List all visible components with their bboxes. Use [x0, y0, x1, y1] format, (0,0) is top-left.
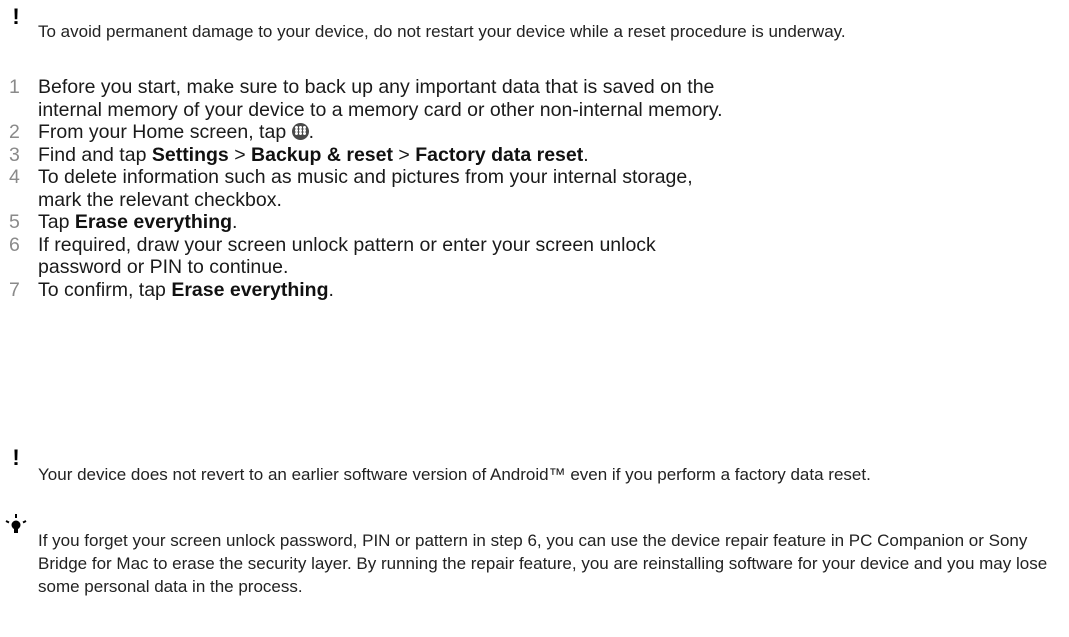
erase-everything-label: Erase everything — [171, 278, 329, 301]
step-number: 6 — [9, 233, 20, 256]
warning-note-text: To avoid permanent damage to your device… — [38, 22, 846, 41]
step-item: 4 To delete information such as music an… — [0, 166, 1069, 211]
step-item: 7 To confirm, tap Erase everything. — [0, 279, 1069, 302]
step-item: 1 Before you start, make sure to back up… — [0, 76, 1069, 121]
step-item: 6 If required, draw your screen unlock p… — [0, 234, 1069, 279]
step-text: From your Home screen, tap . — [38, 121, 315, 143]
warning-note-text: Your device does not revert to an earlie… — [38, 465, 871, 484]
menu-path-settings: Settings — [151, 143, 229, 166]
apps-icon — [291, 123, 309, 140]
steps-list: 1 Before you start, make sure to back up… — [0, 76, 1069, 301]
document-page: ! To avoid permanent damage to your devi… — [0, 0, 1069, 637]
step-number: 1 — [9, 76, 20, 98]
exclamation-icon: ! — [12, 4, 20, 29]
lightbulb-icon — [2, 513, 30, 541]
step-number: 5 — [9, 211, 20, 233]
step-number: 3 — [9, 143, 20, 166]
exclamation-icon: ! — [12, 445, 20, 470]
step-text: To delete information such as music and … — [38, 166, 693, 211]
step-text: If required, draw your screen unlock pat… — [38, 233, 656, 279]
step-text: Find and tap Settings > Backup & reset >… — [38, 143, 589, 166]
step-text: Before you start, make sure to back up a… — [38, 76, 723, 121]
step-number: 2 — [9, 121, 20, 143]
step-item: 5 Tap Erase everything. — [0, 211, 1069, 234]
erase-everything-label: Erase everything — [74, 211, 233, 233]
menu-path-factory-data-reset: Factory data reset — [415, 143, 584, 166]
step-number: 7 — [9, 278, 20, 301]
tip-text: If you forget your screen unlock passwor… — [38, 531, 1048, 596]
step-number: 4 — [9, 166, 20, 188]
step-item: 3 Find and tap Settings > Backup & reset… — [0, 144, 1069, 167]
step-text: To confirm, tap Erase everything. — [38, 278, 334, 301]
step-item: 2 From your Home screen, tap . — [0, 121, 1069, 144]
step-text: Tap Erase everything. — [38, 211, 238, 233]
menu-path-backup-reset: Backup & reset — [251, 143, 393, 166]
